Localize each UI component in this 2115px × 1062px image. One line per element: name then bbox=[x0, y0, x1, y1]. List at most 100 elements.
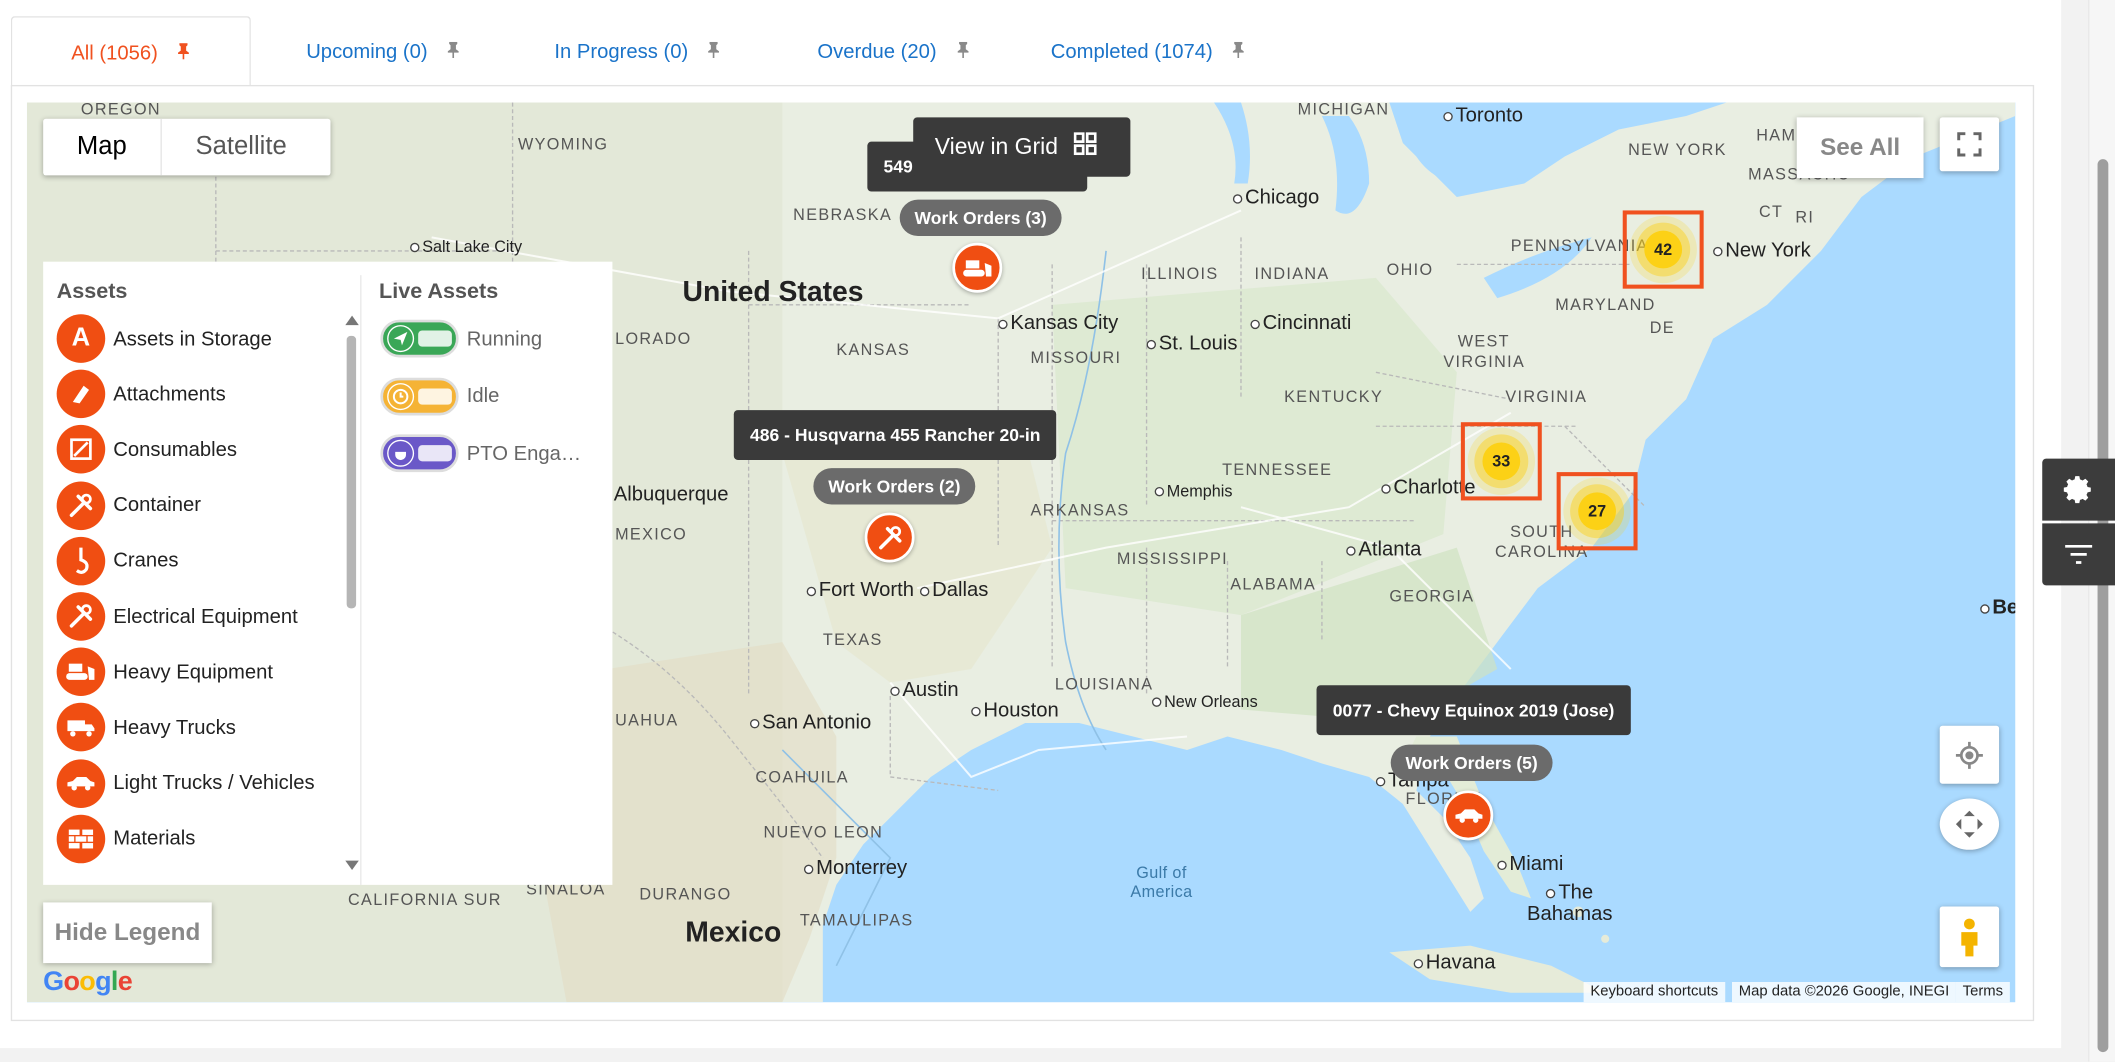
pin-icon[interactable] bbox=[956, 16, 969, 89]
pin-icon[interactable] bbox=[447, 16, 460, 89]
camera-control-button[interactable] bbox=[1939, 798, 2000, 850]
settings-button[interactable] bbox=[2042, 458, 2115, 521]
state-label: NEBRASKA bbox=[793, 205, 893, 224]
bulldozer-icon[interactable] bbox=[952, 242, 1003, 293]
legend-item[interactable]: Heavy Equipment bbox=[56, 646, 274, 697]
work-orders-badge[interactable]: Work Orders (5) bbox=[1390, 744, 1553, 782]
state-label: UAHUA bbox=[615, 710, 679, 730]
city-label: Fort Worth bbox=[807, 579, 914, 602]
tab-upcoming[interactable]: Upcoming (0) bbox=[306, 16, 460, 86]
tab-overdue[interactable]: Overdue (20) bbox=[817, 16, 969, 86]
letter-a-icon: A bbox=[56, 314, 106, 363]
marker-cluster[interactable]: 27 bbox=[1556, 472, 1638, 551]
live-legend-item[interactable]: Idle bbox=[380, 370, 499, 421]
live-legend-item[interactable]: PTO Enga… bbox=[380, 428, 581, 479]
city-label: San Antonio bbox=[750, 711, 871, 734]
legend-item-label: Cranes bbox=[113, 549, 179, 573]
live-assets-heading: Live Assets bbox=[379, 280, 499, 304]
state-label: MISSOURI bbox=[1030, 348, 1122, 367]
scroll-down-icon[interactable] bbox=[345, 860, 359, 871]
dump-truck-icon bbox=[56, 703, 106, 752]
pin-icon[interactable] bbox=[177, 18, 190, 91]
hide-legend-label: Hide Legend bbox=[54, 918, 201, 946]
state-label: VIRGINIA bbox=[1505, 387, 1588, 407]
hide-legend-button[interactable]: Hide Legend bbox=[43, 902, 212, 964]
state-label: WEST VIRGINIA bbox=[1443, 331, 1526, 371]
work-orders-badge[interactable]: Work Orders (3) bbox=[899, 199, 1062, 237]
city-label: St. Louis bbox=[1147, 332, 1238, 355]
water-label: Gulf of America bbox=[1130, 863, 1193, 902]
state-label: INDIANA bbox=[1254, 264, 1330, 284]
work-orders-badge[interactable]: Work Orders (2) bbox=[813, 468, 976, 505]
status-toggle-icon bbox=[380, 319, 459, 358]
live-legend-item[interactable]: Running bbox=[380, 313, 542, 364]
legend-item[interactable]: Attachments bbox=[56, 369, 226, 420]
fullscreen-button[interactable] bbox=[1939, 117, 2000, 172]
state-label: MARYLAND bbox=[1555, 295, 1656, 315]
asset-tooltip[interactable]: 486 - Husqvarna 455 Rancher 20-in bbox=[733, 410, 1057, 460]
map-canvas[interactable]: OREGON WYOMING NEBRASKA KANSAS MISSOURI … bbox=[26, 102, 2016, 1003]
keyboard-shortcuts-link[interactable]: Keyboard shortcuts bbox=[1583, 981, 1725, 1003]
pin-icon[interactable] bbox=[1232, 16, 1245, 89]
legend-item[interactable]: Consumables bbox=[56, 424, 237, 475]
city-label: Monterrey bbox=[804, 857, 907, 880]
asset-name: 549 bbox=[883, 156, 913, 177]
state-label: LOUISIANA bbox=[1054, 674, 1154, 694]
legend-item[interactable]: Light Trucks / Vehicles bbox=[56, 758, 315, 809]
country-label: United States bbox=[682, 276, 864, 308]
map-type-map-button[interactable]: Map bbox=[43, 118, 162, 176]
page-scroll-thumb[interactable] bbox=[2097, 159, 2109, 1053]
legend-item-label: Materials bbox=[113, 827, 196, 851]
see-all-button[interactable]: See All bbox=[1796, 117, 1924, 179]
city-label: Atlanta bbox=[1346, 538, 1421, 561]
tools-icon bbox=[56, 592, 106, 641]
city-label: Albuquerque bbox=[602, 483, 729, 506]
state-label: DURANGO bbox=[639, 884, 732, 904]
legend-divider bbox=[360, 275, 362, 885]
car-icon[interactable] bbox=[1443, 790, 1494, 841]
wrench-icon[interactable] bbox=[864, 512, 915, 563]
cluster-count: 42 bbox=[1644, 230, 1683, 269]
city-label: Toronto bbox=[1443, 104, 1523, 127]
tab-all[interactable]: All (1056) bbox=[10, 16, 251, 88]
place-label: The Bahamas bbox=[1526, 880, 1613, 926]
legend-item-label: Electrical Equipment bbox=[113, 604, 298, 628]
my-location-button[interactable] bbox=[1939, 725, 2000, 784]
marker-cluster[interactable]: 33 bbox=[1460, 422, 1542, 501]
map-type-satellite-button[interactable]: Satellite bbox=[162, 119, 321, 176]
city-label: Miami bbox=[1497, 853, 1563, 876]
street-view-pegman-button[interactable] bbox=[1939, 906, 2000, 968]
pin-icon[interactable] bbox=[707, 16, 720, 89]
state-label: WYOMING bbox=[517, 134, 609, 154]
attachment-icon bbox=[56, 369, 106, 419]
legend-item[interactable]: Heavy Trucks bbox=[56, 702, 236, 753]
legend-item-label: Attachments bbox=[113, 382, 226, 406]
filter-button[interactable] bbox=[2042, 523, 2115, 586]
legend-item[interactable]: A Assets in Storage bbox=[56, 313, 272, 364]
legend-item-label: Heavy Trucks bbox=[113, 716, 236, 740]
cluster-count: 33 bbox=[1482, 442, 1521, 481]
consumables-icon bbox=[56, 425, 106, 474]
view-in-grid-button[interactable]: View in Grid bbox=[913, 117, 1131, 177]
legend-item[interactable]: Electrical Equipment bbox=[56, 591, 298, 642]
legend-item[interactable]: Container bbox=[56, 480, 201, 531]
legend-item-label: Heavy Equipment bbox=[113, 660, 274, 684]
marker-cluster[interactable]: 42 bbox=[1622, 210, 1704, 289]
city-label: Austin bbox=[890, 678, 958, 701]
place-label: Ber bbox=[1980, 596, 2015, 619]
city-label: Kansas City bbox=[998, 312, 1118, 335]
asset-tooltip[interactable]: 0077 - Chevy Equinox 2019 (Jose) bbox=[1316, 685, 1631, 736]
legend-scrollbar[interactable] bbox=[345, 315, 359, 872]
scroll-up-icon[interactable] bbox=[345, 315, 359, 326]
legend-item[interactable]: Materials bbox=[56, 813, 196, 864]
legend-item[interactable]: Cranes bbox=[56, 535, 179, 586]
terms-link[interactable]: Terms bbox=[1955, 981, 2010, 1003]
tab-in-progress[interactable]: In Progress (0) bbox=[554, 16, 720, 86]
status-toggle-icon bbox=[380, 377, 459, 415]
scroll-thumb[interactable] bbox=[346, 335, 357, 609]
crane-hook-icon bbox=[56, 536, 106, 586]
city-label: Dallas bbox=[920, 579, 988, 602]
state-label: TEXAS bbox=[822, 629, 883, 649]
country-label: Mexico bbox=[685, 917, 782, 949]
tab-completed[interactable]: Completed (1074) bbox=[1051, 16, 1246, 86]
